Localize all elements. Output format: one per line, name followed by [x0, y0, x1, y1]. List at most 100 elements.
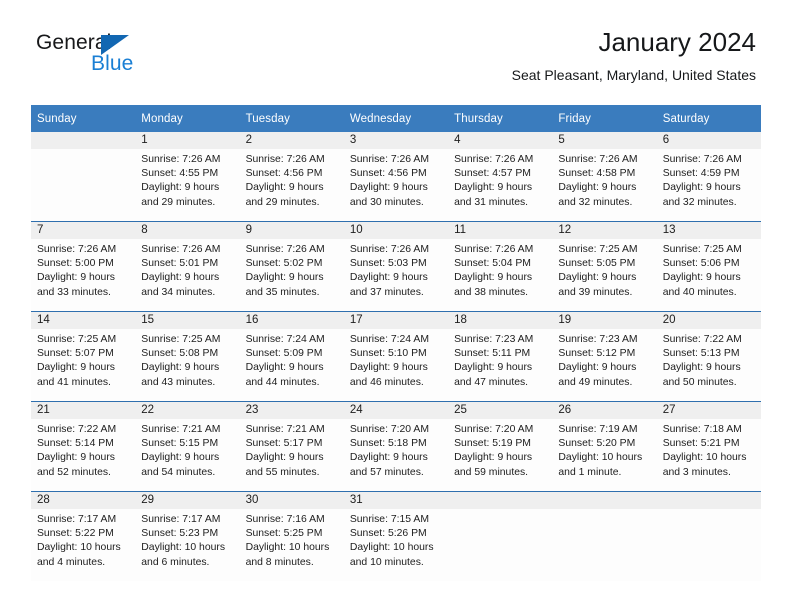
daylight-text-line1: Daylight: 9 hours [454, 362, 533, 374]
general-blue-logo[interactable]: General Blue [36, 31, 236, 87]
day-number: 12 [552, 222, 657, 239]
day-number: 17 [343, 312, 449, 329]
daylight-text-line2: and 41 minutes. [37, 376, 111, 388]
day-cell: 26 Sunrise: 7:19 AM Sunset: 5:20 PM Dayl… [552, 401, 657, 492]
sunset-text: Sunset: 5:08 PM [141, 348, 219, 360]
day-number: 22 [135, 402, 240, 419]
day-cell-inner[interactable]: 22 Sunrise: 7:21 AM Sunset: 5:15 PM Dayl… [135, 402, 240, 491]
day-cell-inner[interactable]: 28 Sunrise: 7:17 AM Sunset: 5:22 PM Dayl… [31, 492, 136, 581]
day-cell: 15 Sunrise: 7:25 AM Sunset: 5:08 PM Dayl… [135, 311, 240, 402]
day-cell-inner[interactable]: 6 Sunrise: 7:26 AM Sunset: 4:59 PM Dayli… [656, 132, 761, 221]
sunrise-text: Sunrise: 7:26 AM [245, 154, 325, 165]
day-cell-inner[interactable]: 13 Sunrise: 7:25 AM Sunset: 5:06 PM Dayl… [656, 222, 761, 311]
day-cell-inner[interactable]: 18 Sunrise: 7:23 AM Sunset: 5:11 PM Dayl… [448, 312, 553, 401]
day-details: Sunrise: 7:26 AM Sunset: 5:00 PM Dayligh… [31, 239, 135, 300]
sunset-text: Sunset: 5:13 PM [662, 348, 740, 360]
day-cell: 30 Sunrise: 7:16 AM Sunset: 5:25 PM Dayl… [239, 491, 344, 581]
day-cell-inner[interactable]: 24 Sunrise: 7:20 AM Sunset: 5:18 PM Dayl… [343, 402, 449, 491]
daylight-text-line2: and 29 minutes. [245, 196, 320, 208]
daylight-text-line1: Daylight: 9 hours [141, 182, 220, 194]
day-number: 11 [448, 222, 553, 239]
day-cell-inner[interactable]: 20 Sunrise: 7:22 AM Sunset: 5:13 PM Dayl… [656, 312, 761, 401]
sunrise-text: Sunrise: 7:17 AM [37, 514, 117, 525]
day-cell-inner [31, 132, 136, 221]
day-details: Sunrise: 7:15 AM Sunset: 5:26 PM Dayligh… [344, 509, 448, 570]
day-number: 14 [31, 312, 136, 329]
daylight-text-line2: and 30 minutes. [349, 196, 424, 208]
daylight-text-line2: and 8 minutes. [245, 556, 314, 568]
day-cell-inner[interactable]: 14 Sunrise: 7:25 AM Sunset: 5:07 PM Dayl… [31, 312, 136, 401]
day-cell-inner[interactable]: 10 Sunrise: 7:26 AM Sunset: 5:03 PM Dayl… [343, 222, 449, 311]
weekday-header-wednesday: Wednesday [343, 105, 449, 132]
day-cell-inner[interactable]: 7 Sunrise: 7:26 AM Sunset: 5:00 PM Dayli… [31, 222, 136, 311]
day-cell-inner[interactable]: 1 Sunrise: 7:26 AM Sunset: 4:55 PM Dayli… [135, 132, 240, 221]
day-number [552, 492, 657, 509]
day-cell-inner[interactable]: 9 Sunrise: 7:26 AM Sunset: 5:02 PM Dayli… [239, 222, 344, 311]
day-number [656, 492, 761, 509]
daylight-text-line2: and 37 minutes. [349, 286, 424, 298]
day-details: Sunrise: 7:17 AM Sunset: 5:22 PM Dayligh… [31, 509, 135, 570]
day-cell-inner [448, 492, 553, 581]
day-cell-inner[interactable]: 31 Sunrise: 7:15 AM Sunset: 5:26 PM Dayl… [343, 492, 449, 581]
page-title: January 2024 [598, 27, 756, 57]
sunset-text: Sunset: 5:18 PM [349, 438, 427, 450]
day-number: 16 [239, 312, 344, 329]
sunset-text: Sunset: 5:03 PM [349, 258, 427, 270]
daylight-text-line2: and 29 minutes. [141, 196, 216, 208]
day-cell-inner[interactable]: 4 Sunrise: 7:26 AM Sunset: 4:57 PM Dayli… [448, 132, 553, 221]
day-details: Sunrise: 7:26 AM Sunset: 5:01 PM Dayligh… [135, 239, 239, 300]
day-details: Sunrise: 7:17 AM Sunset: 5:23 PM Dayligh… [135, 509, 239, 570]
daylight-text-line1: Daylight: 9 hours [454, 452, 533, 464]
day-cell-inner[interactable]: 2 Sunrise: 7:26 AM Sunset: 4:56 PM Dayli… [239, 132, 344, 221]
day-cell-inner[interactable]: 30 Sunrise: 7:16 AM Sunset: 5:25 PM Dayl… [239, 492, 344, 581]
day-cell-inner[interactable]: 12 Sunrise: 7:25 AM Sunset: 5:05 PM Dayl… [552, 222, 657, 311]
sunrise-text: Sunrise: 7:20 AM [454, 424, 534, 435]
day-cell: 22 Sunrise: 7:21 AM Sunset: 5:15 PM Dayl… [135, 401, 240, 492]
day-cell: 5 Sunrise: 7:26 AM Sunset: 4:58 PM Dayli… [552, 132, 657, 222]
sunrise-text: Sunrise: 7:23 AM [454, 334, 534, 345]
day-cell-inner[interactable]: 27 Sunrise: 7:18 AM Sunset: 5:21 PM Dayl… [656, 402, 761, 491]
day-cell-inner [656, 492, 761, 581]
daylight-text-line2: and 38 minutes. [454, 286, 529, 298]
sunrise-text: Sunrise: 7:17 AM [141, 514, 221, 525]
day-cell-inner[interactable]: 19 Sunrise: 7:23 AM Sunset: 5:12 PM Dayl… [552, 312, 657, 401]
day-cell-inner[interactable]: 15 Sunrise: 7:25 AM Sunset: 5:08 PM Dayl… [135, 312, 240, 401]
day-cell-inner[interactable]: 5 Sunrise: 7:26 AM Sunset: 4:58 PM Dayli… [552, 132, 657, 221]
sunset-text: Sunset: 5:19 PM [454, 438, 531, 450]
daylight-text-line2: and 6 minutes. [141, 556, 210, 568]
day-cell: 4 Sunrise: 7:26 AM Sunset: 4:57 PM Dayli… [448, 132, 553, 222]
day-cell-inner[interactable]: 17 Sunrise: 7:24 AM Sunset: 5:10 PM Dayl… [343, 312, 449, 401]
daylight-text-line2: and 33 minutes. [37, 286, 111, 298]
daylight-text-line1: Daylight: 9 hours [141, 452, 220, 464]
day-number: 23 [239, 402, 344, 419]
day-details: Sunrise: 7:25 AM Sunset: 5:07 PM Dayligh… [31, 329, 135, 390]
daylight-text-line1: Daylight: 9 hours [558, 362, 637, 374]
sunset-text: Sunset: 5:26 PM [349, 528, 427, 540]
daylight-text-line1: Daylight: 9 hours [558, 272, 637, 284]
day-number: 28 [31, 492, 136, 509]
day-cell-inner[interactable]: 29 Sunrise: 7:17 AM Sunset: 5:23 PM Dayl… [135, 492, 240, 581]
day-cell-inner[interactable]: 3 Sunrise: 7:26 AM Sunset: 4:56 PM Dayli… [343, 132, 449, 221]
sunrise-text: Sunrise: 7:22 AM [662, 334, 742, 345]
daylight-text-line1: Daylight: 9 hours [349, 182, 428, 194]
day-cell-inner[interactable]: 21 Sunrise: 7:22 AM Sunset: 5:14 PM Dayl… [31, 402, 136, 491]
sunset-text: Sunset: 5:01 PM [141, 258, 219, 270]
day-cell: 10 Sunrise: 7:26 AM Sunset: 5:03 PM Dayl… [343, 221, 449, 312]
day-cell-inner[interactable]: 26 Sunrise: 7:19 AM Sunset: 5:20 PM Dayl… [552, 402, 657, 491]
day-cell-inner[interactable]: 23 Sunrise: 7:21 AM Sunset: 5:17 PM Dayl… [239, 402, 344, 491]
day-cell-inner[interactable]: 11 Sunrise: 7:26 AM Sunset: 5:04 PM Dayl… [448, 222, 553, 311]
day-cell-inner[interactable]: 16 Sunrise: 7:24 AM Sunset: 5:09 PM Dayl… [239, 312, 344, 401]
day-details: Sunrise: 7:19 AM Sunset: 5:20 PM Dayligh… [552, 419, 656, 480]
day-cell-inner[interactable]: 25 Sunrise: 7:20 AM Sunset: 5:19 PM Dayl… [448, 402, 553, 491]
daylight-text-line1: Daylight: 9 hours [558, 182, 637, 194]
weekday-header-friday: Friday [552, 105, 657, 132]
day-cell: 1 Sunrise: 7:26 AM Sunset: 4:55 PM Dayli… [135, 132, 240, 222]
day-cell-inner[interactable]: 8 Sunrise: 7:26 AM Sunset: 5:01 PM Dayli… [135, 222, 240, 311]
sunrise-text: Sunrise: 7:21 AM [141, 424, 221, 435]
calendar-page: General Blue January 2024 Seat Pleasant,… [0, 0, 792, 612]
daylight-text-line2: and 35 minutes. [245, 286, 320, 298]
day-cell: 9 Sunrise: 7:26 AM Sunset: 5:02 PM Dayli… [239, 221, 344, 312]
sunset-text: Sunset: 5:00 PM [37, 258, 114, 270]
day-number: 2 [239, 132, 344, 149]
day-details: Sunrise: 7:26 AM Sunset: 4:58 PM Dayligh… [552, 149, 656, 210]
